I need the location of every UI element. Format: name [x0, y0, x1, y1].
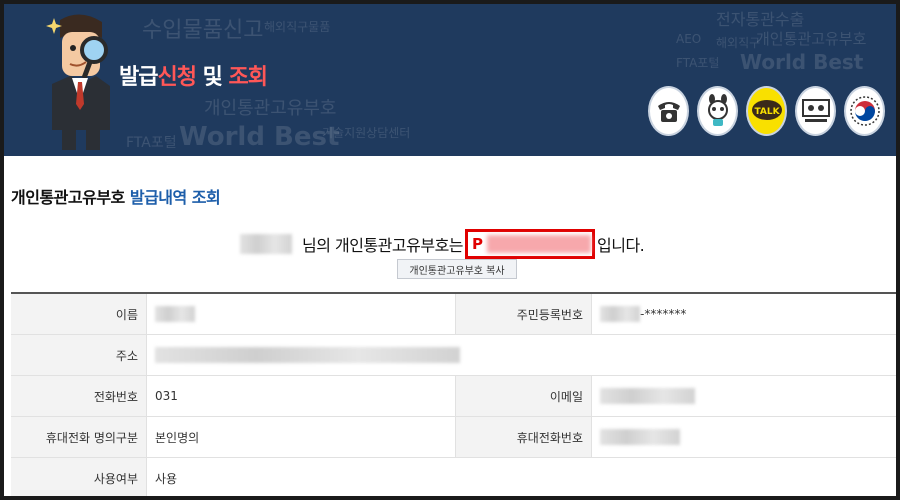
- page-title-part: 개인통관고유부호: [11, 188, 130, 207]
- address-value: [147, 335, 896, 375]
- talk-icon[interactable]: TALK: [746, 86, 787, 136]
- banner-bg-text: FTA포털: [676, 56, 720, 70]
- phone-value: 031: [147, 376, 456, 416]
- banner-title: 발급신청 및 조회: [119, 59, 268, 91]
- banner-bg-text: 개인통관고유부호: [204, 98, 337, 119]
- banner-title-part: 발급: [119, 65, 158, 90]
- result-prefix: 님의 개인통관고유부호는: [302, 236, 464, 255]
- app-frame: 수입물품신고 해외직구물품 개인통관고유부호 FTA포털 World Best …: [4, 4, 896, 496]
- banner-bg-text: World Best: [740, 50, 864, 74]
- redacted-value: [600, 388, 695, 404]
- banner-bg-text: 해외직구물품: [264, 20, 331, 34]
- banner-bg-text: AEO: [676, 32, 702, 46]
- phone-label: 전화번호: [11, 376, 147, 416]
- mobile-owner-value: 본인명의: [147, 417, 456, 457]
- table-row: 사용여부 사용: [11, 458, 896, 496]
- name-value: [147, 294, 456, 334]
- banner-bg-text: World Best: [179, 122, 340, 152]
- page-title: 개인통관고유부호 발급내역 조회: [11, 184, 221, 208]
- banner-bg-text: 수입물품신고: [142, 18, 264, 43]
- banner-bg-text: 개인통관고유부호: [756, 30, 867, 48]
- email-value: [592, 376, 891, 416]
- redacted-value: [155, 347, 460, 363]
- usage-value: 사용: [155, 471, 178, 486]
- video-consult-icon[interactable]: [795, 86, 836, 136]
- banner-title-part: 조회: [228, 65, 268, 90]
- service-icons: TALK: [648, 86, 885, 136]
- banner-bg-text: FTA포털: [126, 135, 177, 151]
- table-row: 주소: [11, 335, 896, 376]
- talk-icon-label: TALK: [754, 107, 780, 117]
- usage-label: 사용여부: [11, 458, 147, 496]
- email-label: 이메일: [456, 376, 592, 416]
- banner: 수입물품신고 해외직구물품 개인통관고유부호 FTA포털 World Best …: [4, 4, 896, 156]
- banner-bg-text: 기술지원상담센터: [322, 126, 411, 140]
- phone-icon[interactable]: [648, 86, 689, 136]
- customs-code-highlight: P: [465, 229, 596, 259]
- table-row: 전화번호 031 이메일: [11, 376, 896, 417]
- address-label: 주소: [11, 335, 147, 375]
- table-row: 휴대전화 명의구분 본인명의 휴대전화번호: [11, 417, 896, 458]
- korea-emblem-icon[interactable]: [844, 86, 885, 136]
- rrn-label: 주민등록번호: [456, 294, 592, 334]
- rrn-value: -*******: [592, 294, 891, 334]
- redacted-customs-code: [486, 235, 591, 253]
- mobile-owner-label: 휴대전화 명의구분: [11, 417, 147, 457]
- customs-code-prefix: P: [472, 235, 483, 253]
- table-row: 이름 주민등록번호 -*******: [11, 294, 896, 335]
- chatbot-icon[interactable]: [697, 86, 738, 136]
- copy-code-button[interactable]: 개인통관고유부호 복사: [397, 259, 517, 279]
- redacted-value: [155, 306, 195, 322]
- banner-bg-text: 해외직구: [716, 36, 761, 50]
- result-message: 님의 개인통관고유부호는 P 입니다.: [240, 229, 645, 259]
- name-label: 이름: [11, 294, 147, 334]
- banner-title-part: 신청: [157, 65, 196, 90]
- result-suffix: 입니다.: [597, 236, 645, 255]
- mobile-label: 휴대전화번호: [456, 417, 592, 457]
- mobile-value: [592, 417, 891, 457]
- page-title-part: 발급내역 조회: [129, 188, 221, 207]
- redacted-value: [600, 429, 680, 445]
- mascot-icon: [46, 14, 110, 150]
- redacted-name: [240, 234, 292, 254]
- redacted-value: [600, 306, 640, 322]
- banner-title-part: 및: [195, 65, 229, 90]
- banner-bg-text: 전자통관수출: [716, 10, 805, 29]
- rrn-masked: -*******: [640, 307, 687, 321]
- info-table: 이름 주민등록번호 -******* 주소 전화번호 031 이메일 휴대전화 …: [11, 292, 896, 496]
